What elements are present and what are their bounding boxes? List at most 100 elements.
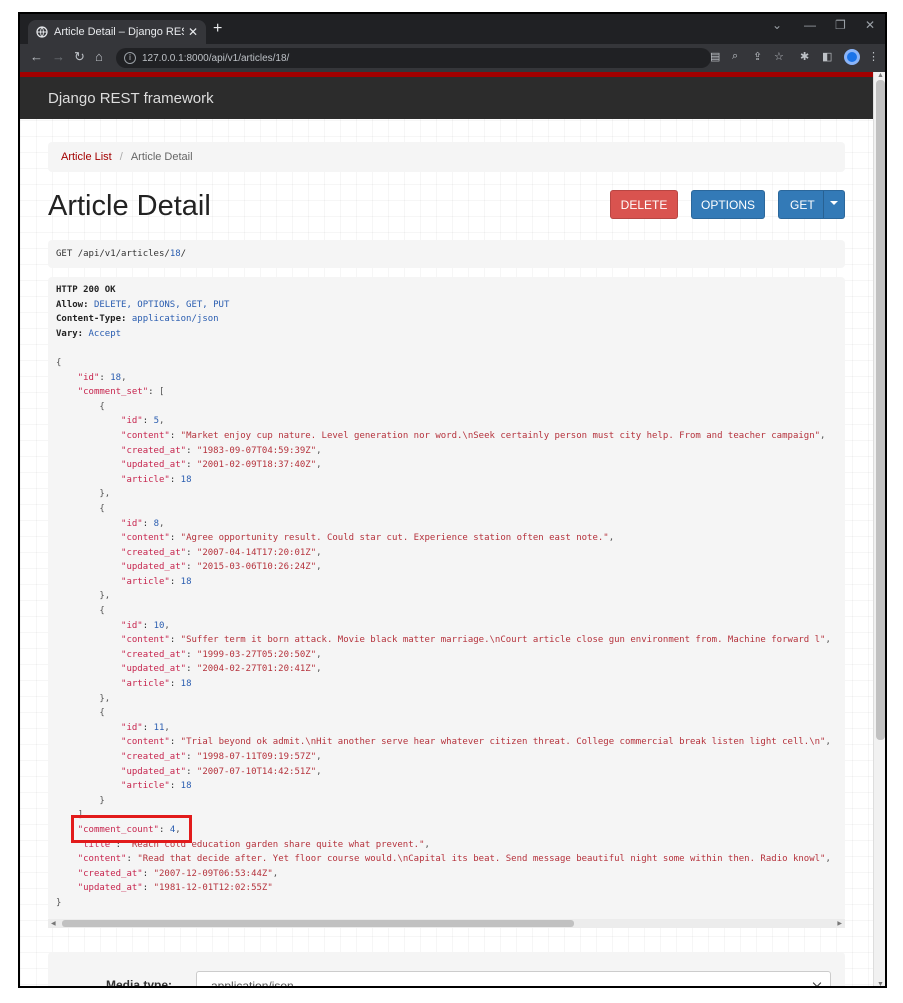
json-punct: , (608, 533, 615, 544)
json-key: "updated_at" (121, 460, 187, 471)
json-punct: , (158, 518, 165, 529)
response-line: "created_at": "1983-09-07T04:59:39Z", (121, 445, 322, 456)
response-line: Allow: DELETE, OPTIONS, GET, PUT (56, 298, 831, 313)
header-key: HTTP 200 OK (56, 285, 116, 295)
media-type-label: Media type: (106, 978, 173, 988)
json-brace: }, (99, 591, 111, 602)
zoom-icon[interactable]: ⌕ (732, 50, 738, 63)
restore-icon[interactable]: ❐ (835, 18, 846, 32)
json-key: "article" (121, 576, 170, 587)
tab-title: Article Detail – Django REST fra (54, 26, 184, 38)
tab-close-icon[interactable]: ✕ (188, 25, 198, 39)
json-brace: { (99, 401, 105, 412)
json-brace: } (99, 795, 105, 806)
json-brace: } (56, 897, 62, 908)
response-line: "content": "Market enjoy cup nature. Lev… (121, 430, 826, 441)
json-key: "created_at" (121, 649, 187, 660)
json-brace: }, (99, 693, 111, 704)
json-key: "content" (121, 737, 170, 748)
json-punct: , (164, 722, 170, 733)
json-value: "Suffer term it born attack. Movie black… (180, 635, 826, 646)
response-line: { (56, 400, 831, 415)
horizontal-scrollbar[interactable]: ◀ ▶ (48, 919, 845, 928)
caret-down-icon[interactable] (830, 201, 838, 205)
page-title: Article Detail (48, 190, 211, 222)
horizontal-scroll-thumb[interactable] (62, 920, 574, 927)
response-line: "content": "Suffer term it born attack. … (121, 635, 831, 646)
browser-tab[interactable]: Article Detail – Django REST fra ✕ (28, 20, 206, 44)
json-value: "1983-09-07T04:59:39Z" (196, 445, 317, 456)
response-line: "content": "Read that decide after. Yet … (77, 854, 831, 865)
brand-link[interactable]: Django REST framework (48, 90, 214, 107)
options-button[interactable]: OPTIONS (691, 190, 765, 219)
json-brace: { (99, 503, 105, 514)
home-icon[interactable]: ⌂ (95, 49, 103, 64)
json-key: "article" (121, 474, 170, 485)
scroll-left-icon[interactable]: ◀ (51, 920, 56, 927)
json-key: "created_at" (77, 868, 143, 879)
json-punct: , (164, 620, 170, 631)
json-value: "Agree opportunity result. Could star cu… (180, 533, 609, 544)
request-method: GET (56, 249, 73, 259)
translate-icon[interactable]: ▤ (710, 50, 720, 63)
json-key: "id" (77, 372, 100, 383)
media-type-select[interactable]: application/json (196, 971, 831, 986)
json-value: 18 (180, 679, 192, 690)
bookmark-star-icon[interactable]: ☆ (774, 50, 784, 63)
json-value: 11 (153, 722, 165, 733)
header-key: Allow: (56, 299, 89, 310)
json-value: "1981-12-01T12:02:55Z" (153, 883, 273, 894)
menu-kebab-icon[interactable]: ⋮ (868, 50, 879, 63)
response-line: HTTP 200 OK (56, 283, 831, 298)
minimize-icon[interactable]: — (804, 18, 816, 32)
scroll-up-icon[interactable]: ▲ (877, 72, 884, 79)
response-line: "created_at": "2007-12-09T06:53:44Z", (77, 868, 279, 879)
share-icon[interactable]: ⇪ (753, 50, 762, 63)
new-tab-icon[interactable]: + (213, 20, 222, 38)
side-panel-icon[interactable]: ◧ (822, 50, 832, 63)
content-form-panel: Media type: application/json (48, 952, 845, 988)
vertical-scroll-thumb[interactable] (876, 80, 885, 740)
scroll-right-icon[interactable]: ▶ (837, 920, 842, 927)
delete-button[interactable]: DELETE (610, 190, 678, 219)
address-bar[interactable]: i 127.0.0.1:8000/api/v1/articles/18/ (116, 48, 711, 68)
extensions-icon[interactable]: ✱ (800, 50, 809, 63)
json-key: "updated_at" (77, 883, 143, 894)
back-icon[interactable]: ← (30, 49, 43, 64)
forward-icon[interactable]: → (52, 49, 65, 64)
json-brace: { (99, 708, 105, 719)
url-text: 127.0.0.1:8000/api/v1/articles/18/ (142, 52, 290, 64)
response-line: "id": 11, (121, 722, 170, 733)
response-line: "id": 5, (121, 416, 165, 427)
get-button[interactable]: GET (778, 190, 845, 219)
vertical-scrollbar[interactable]: ▲ ▼ (873, 72, 885, 986)
response-line: { (56, 356, 831, 371)
response-line: "created_at": "1998-07-11T09:19:57Z", (121, 752, 322, 762)
header-value: DELETE, OPTIONS, GET, PUT (93, 299, 230, 310)
response-line: } (56, 896, 831, 911)
response-line: "id": 18, (77, 372, 127, 383)
json-punct: , (825, 854, 831, 865)
reload-icon[interactable]: ↻ (74, 49, 85, 65)
window-close-icon[interactable]: ✕ (865, 18, 875, 32)
response-line: { (56, 706, 831, 721)
json-key: "id" (121, 620, 143, 631)
json-key: "content" (121, 430, 170, 441)
scroll-down-icon[interactable]: ▼ (877, 981, 884, 986)
json-bracket: [ (158, 387, 165, 398)
json-punct: , (820, 430, 826, 441)
json-key: "comment_set" (77, 387, 149, 398)
response-line: "article": 18 (121, 474, 192, 485)
json-brace: { (56, 357, 62, 368)
response-line (56, 341, 831, 356)
get-button-divider (823, 191, 824, 218)
breadcrumb-article-list[interactable]: Article List (61, 151, 112, 163)
breadcrumb-current: Article Detail (130, 151, 193, 163)
json-value: "Read that decide after. Yet floor cours… (137, 854, 826, 865)
site-info-icon[interactable]: i (124, 52, 136, 64)
response-line: "content": "Agree opportunity result. Co… (121, 533, 615, 544)
json-punct: , (316, 460, 322, 471)
tab-search-icon[interactable]: ⌄ (772, 18, 782, 32)
profile-avatar-icon[interactable] (844, 49, 860, 65)
header-value: application/json (131, 314, 219, 325)
